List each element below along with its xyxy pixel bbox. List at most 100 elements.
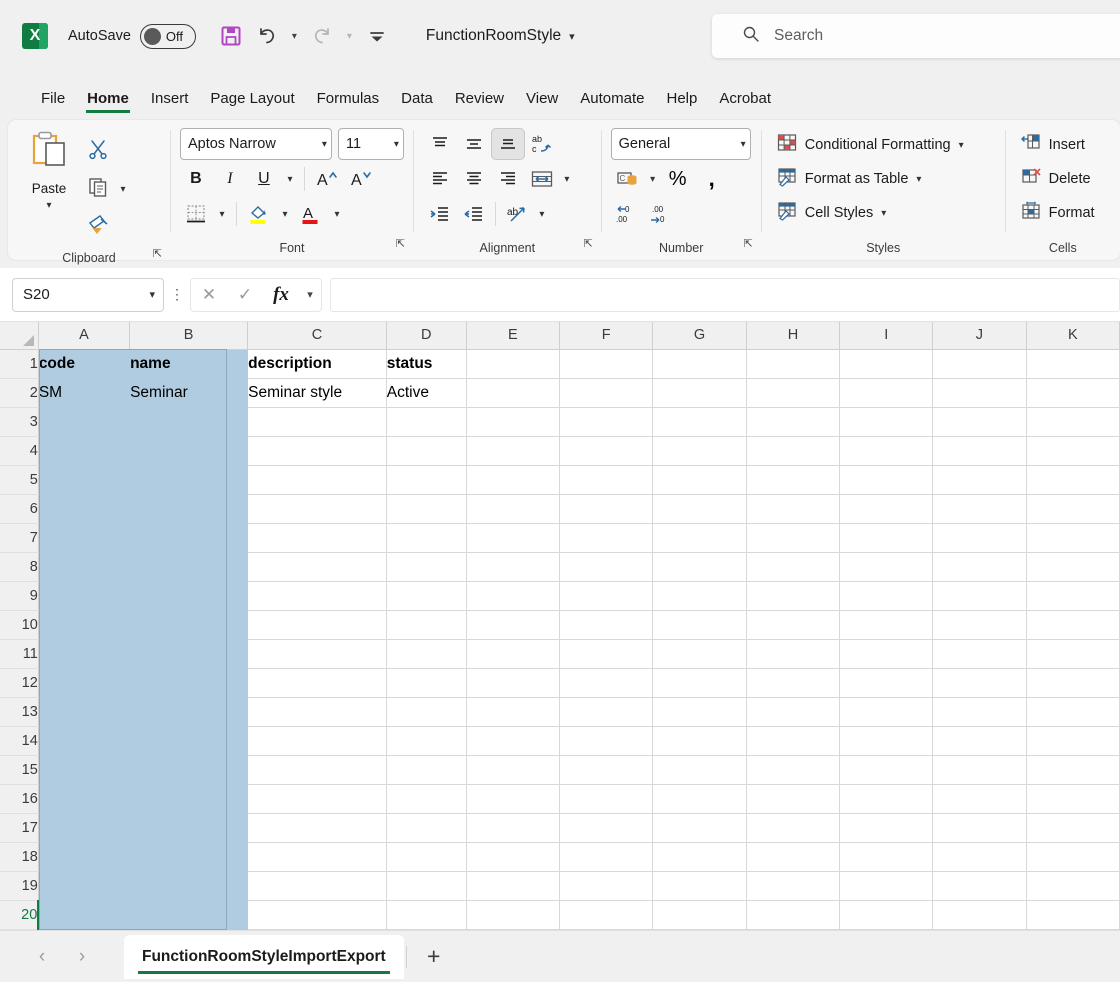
cell-B3[interactable]	[129, 407, 249, 437]
cell-F8[interactable]	[559, 552, 654, 582]
insert-function-icon[interactable]: fx	[263, 279, 299, 311]
cell-C18[interactable]	[247, 842, 387, 872]
conditional-formatting-button[interactable]: Conditional Formatting ▾	[771, 128, 970, 162]
cell-D4[interactable]	[386, 436, 467, 466]
cell-H11[interactable]	[746, 639, 841, 669]
cell-G14[interactable]	[652, 726, 747, 756]
cell-F3[interactable]	[559, 407, 654, 437]
italic-button[interactable]: I	[214, 163, 246, 195]
cell-K12[interactable]	[1026, 668, 1120, 698]
cell-F13[interactable]	[559, 697, 654, 727]
ribbon-tab-page-layout[interactable]: Page Layout	[199, 90, 305, 116]
cell-D7[interactable]	[386, 523, 467, 553]
cell-D17[interactable]	[386, 813, 467, 843]
cell-J8[interactable]	[932, 552, 1027, 582]
row-header-1[interactable]: 1	[0, 349, 39, 379]
column-header-e[interactable]: E	[466, 322, 561, 350]
cell-A12[interactable]	[38, 668, 131, 698]
cell-A8[interactable]	[38, 552, 131, 582]
cell-K17[interactable]	[1026, 813, 1120, 843]
accounting-chevron-down-icon[interactable]: ▾	[645, 174, 661, 185]
cell-A13[interactable]	[38, 697, 131, 727]
cell-K7[interactable]	[1026, 523, 1120, 553]
cell-B1[interactable]: name	[129, 349, 249, 379]
bottom-align-button[interactable]	[490, 128, 525, 160]
cell-G19[interactable]	[652, 871, 747, 901]
cell-D6[interactable]	[386, 494, 467, 524]
number-format-select[interactable]: General ▾	[610, 128, 751, 160]
cell-K13[interactable]	[1026, 697, 1120, 727]
cell-D14[interactable]	[386, 726, 467, 756]
cell-K3[interactable]	[1026, 407, 1120, 437]
column-header-h[interactable]: H	[746, 322, 841, 350]
cell-D9[interactable]	[386, 581, 467, 611]
cell-C3[interactable]	[247, 407, 387, 437]
cell-G12[interactable]	[652, 668, 747, 698]
orientation-button[interactable]: ab c	[525, 128, 559, 160]
cell-F10[interactable]	[559, 610, 654, 640]
cell-E5[interactable]	[466, 465, 561, 495]
cell-K5[interactable]	[1026, 465, 1120, 495]
cell-H9[interactable]	[746, 581, 841, 611]
format-as-table-button[interactable]: Format as Table ▾	[771, 162, 970, 196]
cell-E6[interactable]	[466, 494, 561, 524]
cell-C15[interactable]	[247, 755, 387, 785]
row-header-4[interactable]: 4	[0, 436, 39, 466]
cell-J6[interactable]	[932, 494, 1027, 524]
column-header-d[interactable]: D	[386, 322, 467, 350]
cell-D19[interactable]	[386, 871, 467, 901]
font-dialog-launcher-icon[interactable]: ⇱	[396, 232, 405, 256]
font-family-select[interactable]: Aptos Narrow ▾	[179, 128, 332, 160]
ribbon-tab-insert[interactable]: Insert	[140, 90, 200, 116]
row-header-5[interactable]: 5	[0, 465, 39, 495]
enter-formula-icon[interactable]: ✓	[227, 279, 263, 311]
ribbon-tab-acrobat[interactable]: Acrobat	[708, 90, 782, 116]
autosave-toggle[interactable]: Off	[139, 23, 196, 49]
wrap-text-button[interactable]: ab	[500, 198, 534, 230]
cell-I7[interactable]	[839, 523, 934, 553]
cell-I1[interactable]	[839, 349, 934, 379]
number-dialog-launcher-icon[interactable]: ⇱	[744, 232, 753, 256]
cell-B15[interactable]	[129, 755, 249, 785]
cell-C9[interactable]	[247, 581, 387, 611]
row-header-3[interactable]: 3	[0, 407, 39, 437]
column-header-g[interactable]: G	[652, 322, 747, 350]
document-title-chevron-down-icon[interactable]: ▾	[569, 30, 575, 43]
percent-style-button[interactable]: %	[661, 163, 695, 195]
cell-E4[interactable]	[466, 436, 561, 466]
cell-H14[interactable]	[746, 726, 841, 756]
cell-E10[interactable]	[466, 610, 561, 640]
number-format-chevron-down-icon[interactable]: ▾	[733, 139, 746, 150]
cell-D1[interactable]: status	[386, 349, 467, 379]
cell-I4[interactable]	[839, 436, 934, 466]
ribbon-tab-review[interactable]: Review	[444, 90, 515, 116]
delete-cells-button[interactable]: Delete	[1015, 162, 1101, 196]
cell-H13[interactable]	[746, 697, 841, 727]
cell-C1[interactable]: description	[247, 349, 387, 379]
cell-G9[interactable]	[652, 581, 747, 611]
borders-chevron-down-icon[interactable]: ▾	[214, 209, 230, 220]
font-color-chevron-down-icon[interactable]: ▾	[329, 209, 345, 220]
align-right-button[interactable]	[491, 163, 525, 195]
cell-B12[interactable]	[129, 668, 249, 698]
cell-G1[interactable]	[652, 349, 747, 379]
cell-D12[interactable]	[386, 668, 467, 698]
cell-B4[interactable]	[129, 436, 249, 466]
column-header-j[interactable]: J	[932, 322, 1027, 350]
cell-B18[interactable]	[129, 842, 249, 872]
cell-A7[interactable]	[38, 523, 131, 553]
font-size-select[interactable]: 11 ▾	[337, 128, 404, 160]
cell-H20[interactable]	[746, 900, 841, 930]
cell-J1[interactable]	[932, 349, 1027, 379]
ribbon-tab-view[interactable]: View	[515, 90, 569, 116]
column-header-c[interactable]: C	[247, 322, 387, 350]
cell-E13[interactable]	[466, 697, 561, 727]
cell-J13[interactable]	[932, 697, 1027, 727]
add-sheet-button[interactable]: +	[407, 937, 461, 977]
cell-I16[interactable]	[839, 784, 934, 814]
cell-J15[interactable]	[932, 755, 1027, 785]
cell-K18[interactable]	[1026, 842, 1120, 872]
cell-E8[interactable]	[466, 552, 561, 582]
cell-H16[interactable]	[746, 784, 841, 814]
column-header-k[interactable]: K	[1026, 322, 1120, 350]
